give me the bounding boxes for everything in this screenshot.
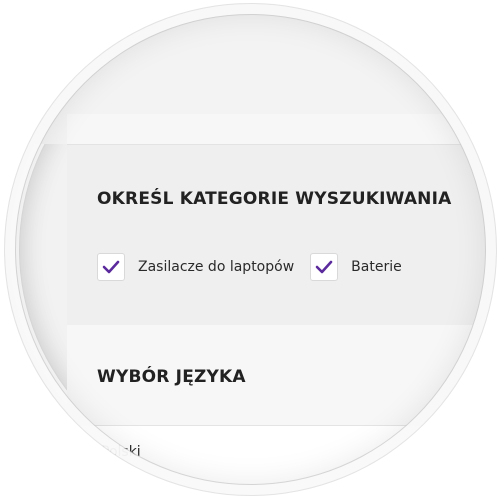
language-section: WYBÓR JĘZYKA [67, 325, 496, 425]
magnifier-lens: OKREŚL KATEGORIE WYSZUKIWANIA Zasilacze … [5, 4, 496, 495]
language-list: Polski [67, 425, 496, 495]
language-title: WYBÓR JĘZYKA [97, 367, 246, 387]
checkbox-checked[interactable] [97, 253, 125, 281]
top-card [67, 114, 496, 145]
checkbox-checked[interactable] [310, 253, 339, 281]
check-icon [102, 260, 120, 274]
search-categories-section: OKREŚL KATEGORIE WYSZUKIWANIA Zasilacze … [67, 144, 496, 326]
checkbox-label: Zasilacze do laptopów [138, 259, 295, 275]
screenshot-stage: OKREŚL KATEGORIE WYSZUKIWANIA Zasilacze … [0, 0, 501, 499]
language-option-polish[interactable]: Polski [101, 444, 141, 460]
search-categories-title: OKREŚL KATEGORIE WYSZUKIWANIA [97, 189, 452, 209]
category-checkbox-laptop-chargers[interactable]: Zasilacze do laptopów [97, 253, 294, 281]
category-checkbox-row: Zasilacze do laptopów Baterie [97, 253, 418, 281]
checkbox-label: Baterie [351, 259, 402, 275]
check-icon [315, 260, 333, 274]
category-checkbox-batteries[interactable]: Baterie [310, 253, 402, 281]
top-panel [5, 4, 496, 145]
